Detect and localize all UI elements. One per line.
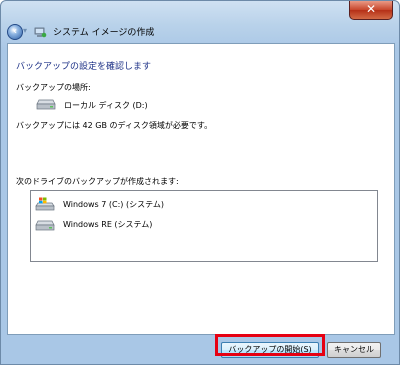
- list-item[interactable]: Windows 7 (C:) (システム): [35, 197, 365, 213]
- backup-app-icon: [34, 27, 47, 38]
- forward-arrow-icon: ▾: [23, 26, 28, 35]
- page-heading: バックアップの設定を確認します: [16, 62, 152, 72]
- content-panel: バックアップの設定を確認します バックアップの場所: ローカル ディスク (D:…: [7, 43, 395, 335]
- window-title: システム イメージの作成: [53, 28, 155, 38]
- title-bar: ✕ ‹ ▾ システム イメージの作成: [1, 1, 399, 43]
- drive-list[interactable]: Windows 7 (C:) (システム) Windows RE (システム): [30, 190, 378, 262]
- backup-location-label: バックアップの場所:: [16, 83, 91, 92]
- dialog-window: ✕ ‹ ▾ システム イメージの作成 バックアップの設定を確認します バックアッ…: [0, 0, 400, 365]
- close-button[interactable]: ✕: [349, 1, 393, 20]
- hard-drive-icon: [35, 220, 55, 231]
- windows-drive-icon: [35, 197, 55, 211]
- drive-label: Windows 7 (C:) (システム): [63, 200, 164, 209]
- button-bar: バックアップの開始(S) キャンセル: [7, 334, 393, 362]
- highlight-box: [215, 334, 325, 356]
- back-button[interactable]: ‹: [7, 24, 23, 40]
- hard-drive-icon: [36, 99, 56, 110]
- drive-list-label: 次のドライブのバックアップが作成されます:: [16, 177, 179, 186]
- space-required-text: バックアップには 42 GB のディスク領域が必要です。: [16, 121, 213, 130]
- backup-location-value: ローカル ディスク (D:): [64, 101, 148, 110]
- cancel-button[interactable]: キャンセル: [327, 342, 381, 358]
- drive-label: Windows RE (システム): [63, 220, 153, 229]
- list-item[interactable]: Windows RE (システム): [35, 217, 365, 233]
